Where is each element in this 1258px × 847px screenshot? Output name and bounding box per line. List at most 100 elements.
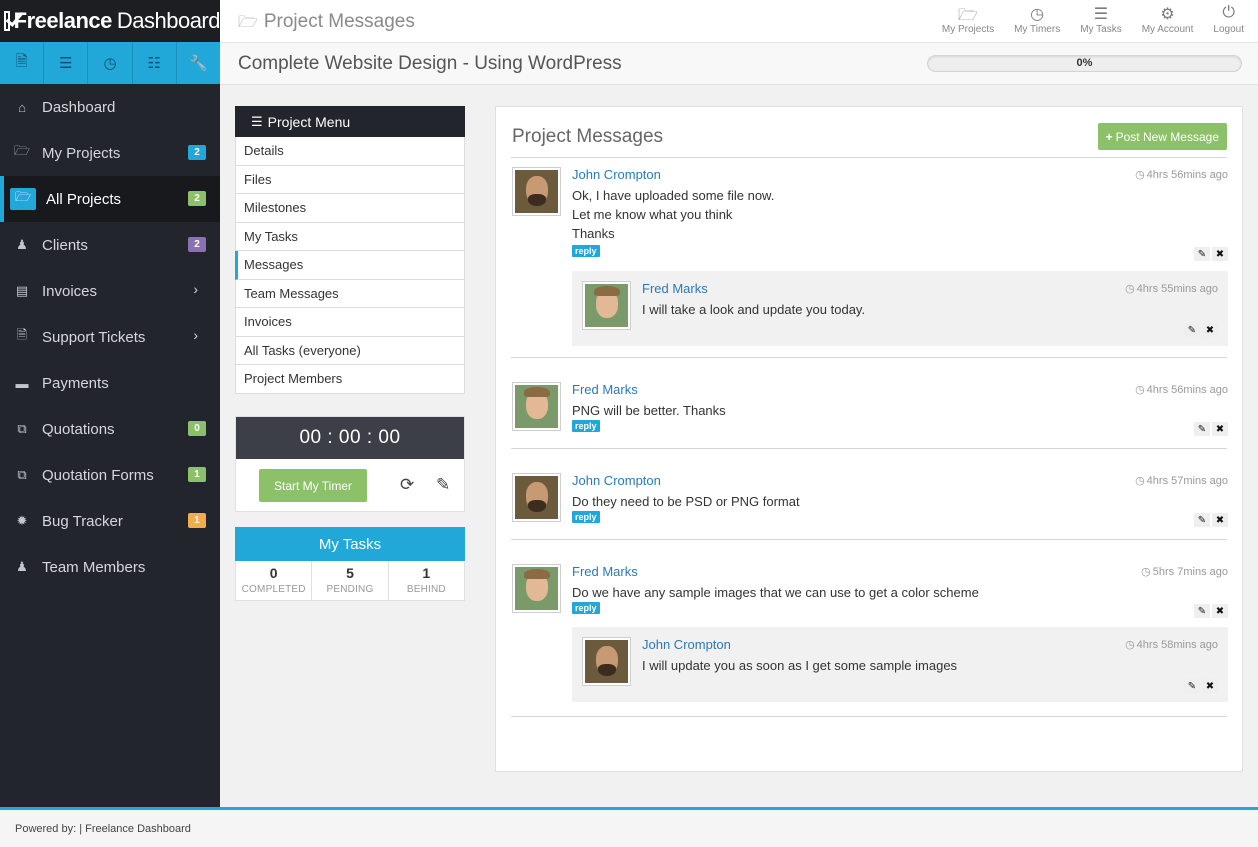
message-actions: ✎ ✖ [1192, 604, 1228, 618]
sidebar-item-bug-tracker[interactable]: ✹ Bug Tracker 1 [0, 498, 220, 544]
reply-link[interactable]: reply [572, 245, 600, 257]
plus-icon: + [1105, 129, 1113, 144]
sidebar-item-team-members[interactable]: ♟ Team Members [0, 544, 220, 590]
sidebar-item-label: Payments [42, 374, 109, 392]
reply-link[interactable]: reply [572, 602, 600, 614]
project-menu-item-files[interactable]: Files [235, 165, 465, 194]
sitemap-icon[interactable]: ☷ [133, 42, 177, 84]
sidebar-item-support-tickets[interactable]: 🗎 Support Tickets › [0, 314, 220, 360]
message-author[interactable]: John Crompton [572, 473, 661, 488]
top-nav-logout[interactable]: ⏻ Logout [1213, 4, 1244, 35]
project-menu-item-milestones[interactable]: Milestones [235, 194, 465, 223]
close-icon[interactable]: ✖ [1212, 604, 1228, 618]
top-nav-my-tasks[interactable]: ☰ My Tasks [1080, 4, 1122, 35]
avatar-photo [515, 567, 558, 610]
my-tasks-widget: My Tasks 0 COMPLETED 5 PENDING 1 BEHIND [235, 527, 465, 601]
pencil-icon[interactable]: ✎ [1194, 247, 1210, 261]
message: Fred Marks ◷ 4hrs 56mins ago PNG will be be… [512, 382, 1228, 442]
message: John Crompton ◷ 4hrs 57mins ago Do they nee… [512, 473, 1228, 533]
list-icon[interactable]: ☰ [44, 42, 89, 84]
sidebar-item-quotation-forms[interactable]: ⧉ Quotation Forms 1 [0, 452, 220, 498]
pencil-icon[interactable]: ✎ [1194, 604, 1210, 618]
message-line: Ok, I have uploaded some file now. [572, 188, 775, 203]
folder-open-icon: 🗁 [238, 14, 258, 31]
reply-author[interactable]: Fred Marks [642, 281, 708, 296]
refresh-icon[interactable]: ⟳ [400, 475, 414, 495]
divider [511, 716, 1227, 717]
task-stat-value: 1 [422, 565, 431, 581]
post-new-message-button[interactable]: + Post New Message [1097, 123, 1227, 150]
clock-icon[interactable]: ◷ [88, 42, 133, 84]
edit-icon[interactable]: ✎ [436, 475, 450, 495]
start-timer-button[interactable]: Start My Timer [259, 469, 367, 502]
message-author[interactable]: Fred Marks [572, 382, 638, 397]
top-nav-my-account[interactable]: ⚙ My Account [1142, 4, 1194, 35]
app-logo[interactable]: Freelance Dashboard [0, 0, 221, 42]
sidebar-item-my-projects[interactable]: 🗁 My Projects 2 [0, 130, 220, 176]
close-icon[interactable]: ✖ [1212, 422, 1228, 436]
copy-icon: ⧉ [17, 421, 27, 436]
sidebar-item-all-projects[interactable]: 🗁 All Projects 2 [0, 176, 220, 222]
wrench-icon[interactable]: 🔧 [177, 42, 220, 84]
reply-body: I will take a look and update you today. [642, 302, 866, 317]
sidebar-nav: ⌂ Dashboard 🗁 My Projects 2 🗁 All Projects 2 ♟ Cl… [0, 84, 220, 590]
top-nav-my-timers[interactable]: ◷ My Timers [1014, 4, 1060, 35]
app-title-bold: Freelance [13, 8, 113, 33]
project-menu-item-invoices[interactable]: Invoices [235, 308, 465, 337]
file-icon[interactable]: 🗎 [0, 42, 45, 84]
list-icon: ☰ [251, 113, 263, 129]
close-icon[interactable]: ✖ [1212, 247, 1228, 261]
project-menu-item-project-members[interactable]: Project Members [235, 365, 465, 394]
reply-time-text: 4hrs 55mins ago [1136, 283, 1218, 295]
reply-link[interactable]: reply [572, 511, 600, 523]
folder-open-icon: 🗁 [10, 188, 36, 210]
reply-author[interactable]: John Crompton [642, 637, 731, 652]
my-tasks-title[interactable]: My Tasks [235, 527, 465, 561]
avatar-photo [585, 284, 628, 327]
pencil-icon[interactable]: ✎ [1194, 513, 1210, 527]
reply-link[interactable]: reply [572, 420, 600, 432]
message-actions: ✎ ✖ [1192, 513, 1228, 527]
divider [511, 448, 1227, 449]
top-nav-label: Logout [1213, 24, 1244, 35]
message-line: Do we have any sample images that we can… [572, 585, 979, 600]
project-menu-item-messages[interactable]: Messages [235, 251, 465, 280]
credit-card-icon: ▬ [15, 375, 29, 391]
sidebar-item-clients[interactable]: ♟ Clients 2 [0, 222, 220, 268]
sidebar-item-payments[interactable]: ▬ Payments [0, 360, 220, 406]
message-author[interactable]: John Crompton [572, 167, 661, 182]
message-line: PNG will be better. Thanks [572, 403, 726, 418]
close-icon[interactable]: ✖ [1212, 513, 1228, 527]
sidebar: Freelance Dashboard 🗎 ☰ ◷ ☷ 🔧 ⌂ Dashboard… [0, 0, 221, 807]
project-menu-item-team-messages[interactable]: Team Messages [235, 279, 465, 308]
message-body: PNG will be better. Thanks [572, 401, 726, 420]
top-nav-label: My Projects [941, 24, 995, 35]
count-badge: 2 [188, 145, 206, 160]
reply-body: I will update you as soon as I get some … [642, 658, 958, 673]
checkbox-logo-icon [4, 11, 10, 31]
pencil-icon[interactable]: ✎ [1184, 323, 1200, 337]
message-time-text: 4hrs 57mins ago [1146, 475, 1228, 487]
sidebar-item-label: Dashboard [42, 98, 116, 116]
count-badge: 2 [188, 191, 206, 206]
pencil-icon[interactable]: ✎ [1194, 422, 1210, 436]
task-stat-pending: 5 PENDING [312, 561, 389, 600]
sidebar-item-quotations[interactable]: ⧉ Quotations 0 [0, 406, 220, 452]
close-icon[interactable]: ✖ [1202, 323, 1218, 337]
sidebar-item-dashboard[interactable]: ⌂ Dashboard [0, 84, 220, 130]
project-menu-item-details[interactable]: Details [235, 137, 465, 166]
top-nav-my-projects[interactable]: 🗁 My Projects [942, 4, 994, 35]
close-icon[interactable]: ✖ [1202, 679, 1218, 693]
sidebar-item-invoices[interactable]: ▤ Invoices › [0, 268, 220, 314]
project-menu-title: Project Menu [267, 113, 351, 130]
pencil-icon[interactable]: ✎ [1184, 679, 1200, 693]
divider [511, 157, 1227, 158]
message-time-text: 4hrs 56mins ago [1146, 384, 1228, 396]
avatar-photo [515, 170, 558, 213]
message-reply: Fred Marks ◷ 4hrs 55mins ago I will take a … [572, 271, 1228, 346]
project-menu-item-all-tasks-everyone-[interactable]: All Tasks (everyone) [235, 336, 465, 365]
project-menu-item-my-tasks[interactable]: My Tasks [235, 222, 465, 251]
avatar [512, 382, 561, 431]
message-author[interactable]: Fred Marks [572, 564, 638, 579]
post-new-message-label: Post New Message [1115, 129, 1219, 144]
